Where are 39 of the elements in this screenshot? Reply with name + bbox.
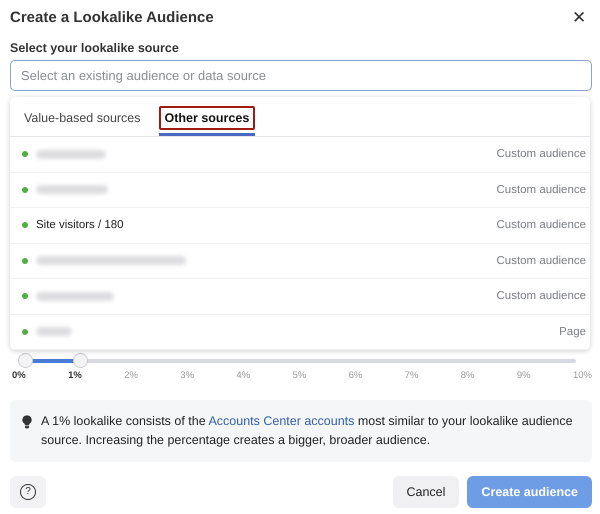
source-field[interactable]: Select an existing audience or data source bbox=[10, 60, 592, 91]
tick-label: 7% bbox=[404, 370, 418, 381]
source-type: Custom audience bbox=[496, 219, 586, 232]
source-type: Custom audience bbox=[496, 290, 586, 302]
tick-label: 1% bbox=[68, 370, 82, 381]
help-button[interactable]: ? bbox=[10, 476, 46, 508]
redacted-name bbox=[36, 150, 106, 159]
field-label: Select your lookalike source bbox=[10, 41, 180, 55]
source-item[interactable]: Custom audience bbox=[10, 172, 590, 208]
source-item[interactable]: Custom audience bbox=[10, 137, 590, 172]
tick-label: 2% bbox=[124, 370, 138, 381]
tick-label: 6% bbox=[348, 370, 362, 381]
tick-label: 9% bbox=[516, 370, 531, 381]
slider-handle[interactable] bbox=[73, 353, 88, 368]
redacted-name bbox=[36, 185, 108, 194]
info-text: A 1% lookalike consists of the Accounts Center accounts most similar to your lookalike audience source. Increasing the percentage creates a bigger, broader audience. bbox=[41, 413, 574, 449]
slider-handle[interactable] bbox=[18, 353, 33, 368]
source-type: Custom audience bbox=[496, 254, 586, 267]
lightbulb-icon bbox=[22, 415, 32, 429]
tick-label: 4% bbox=[236, 370, 250, 381]
source-item[interactable]: Site visitors / 180 Custom audience bbox=[10, 208, 590, 244]
accounts-link[interactable]: Accounts Center accounts bbox=[208, 414, 354, 428]
tick-label: 8% bbox=[460, 370, 474, 381]
source-type: Custom audience bbox=[496, 184, 586, 196]
source-item[interactable]: Custom audience bbox=[10, 244, 590, 279]
tick-label: 3% bbox=[180, 370, 194, 381]
source-type: Page bbox=[559, 326, 586, 338]
redacted-name bbox=[36, 327, 72, 336]
tick-label: 10% bbox=[572, 370, 592, 381]
source-tab[interactable]: Value-based sources bbox=[18, 103, 147, 136]
tick-label: 5% bbox=[292, 370, 306, 381]
source-name: Site visitors / 180 bbox=[36, 219, 124, 232]
source-item[interactable]: Custom audience bbox=[10, 279, 590, 314]
cancel-button[interactable]: Cancel bbox=[392, 476, 460, 508]
source-type: Custom audience bbox=[496, 148, 586, 160]
tick-label: 0% bbox=[12, 370, 26, 381]
source-item[interactable]: Page bbox=[10, 314, 590, 350]
close-button[interactable]: ✕ bbox=[566, 6, 592, 28]
dialog-title: Create a Lookalike Audience bbox=[10, 8, 214, 26]
